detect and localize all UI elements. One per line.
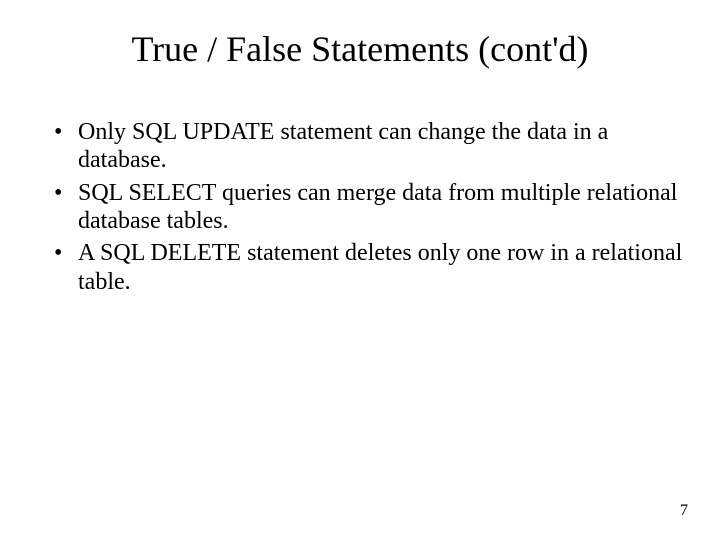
- bullet-item: SQL SELECT queries can merge data from m…: [52, 179, 686, 236]
- bullet-list: Only SQL UPDATE statement can change the…: [52, 118, 686, 296]
- bullet-item: Only SQL UPDATE statement can change the…: [52, 118, 686, 175]
- slide-content: Only SQL UPDATE statement can change the…: [34, 118, 686, 296]
- slide-title: True / False Statements (cont'd): [34, 28, 686, 70]
- bullet-item: A SQL DELETE statement deletes only one …: [52, 239, 686, 296]
- slide: True / False Statements (cont'd) Only SQ…: [0, 0, 720, 540]
- page-number: 7: [680, 502, 688, 520]
